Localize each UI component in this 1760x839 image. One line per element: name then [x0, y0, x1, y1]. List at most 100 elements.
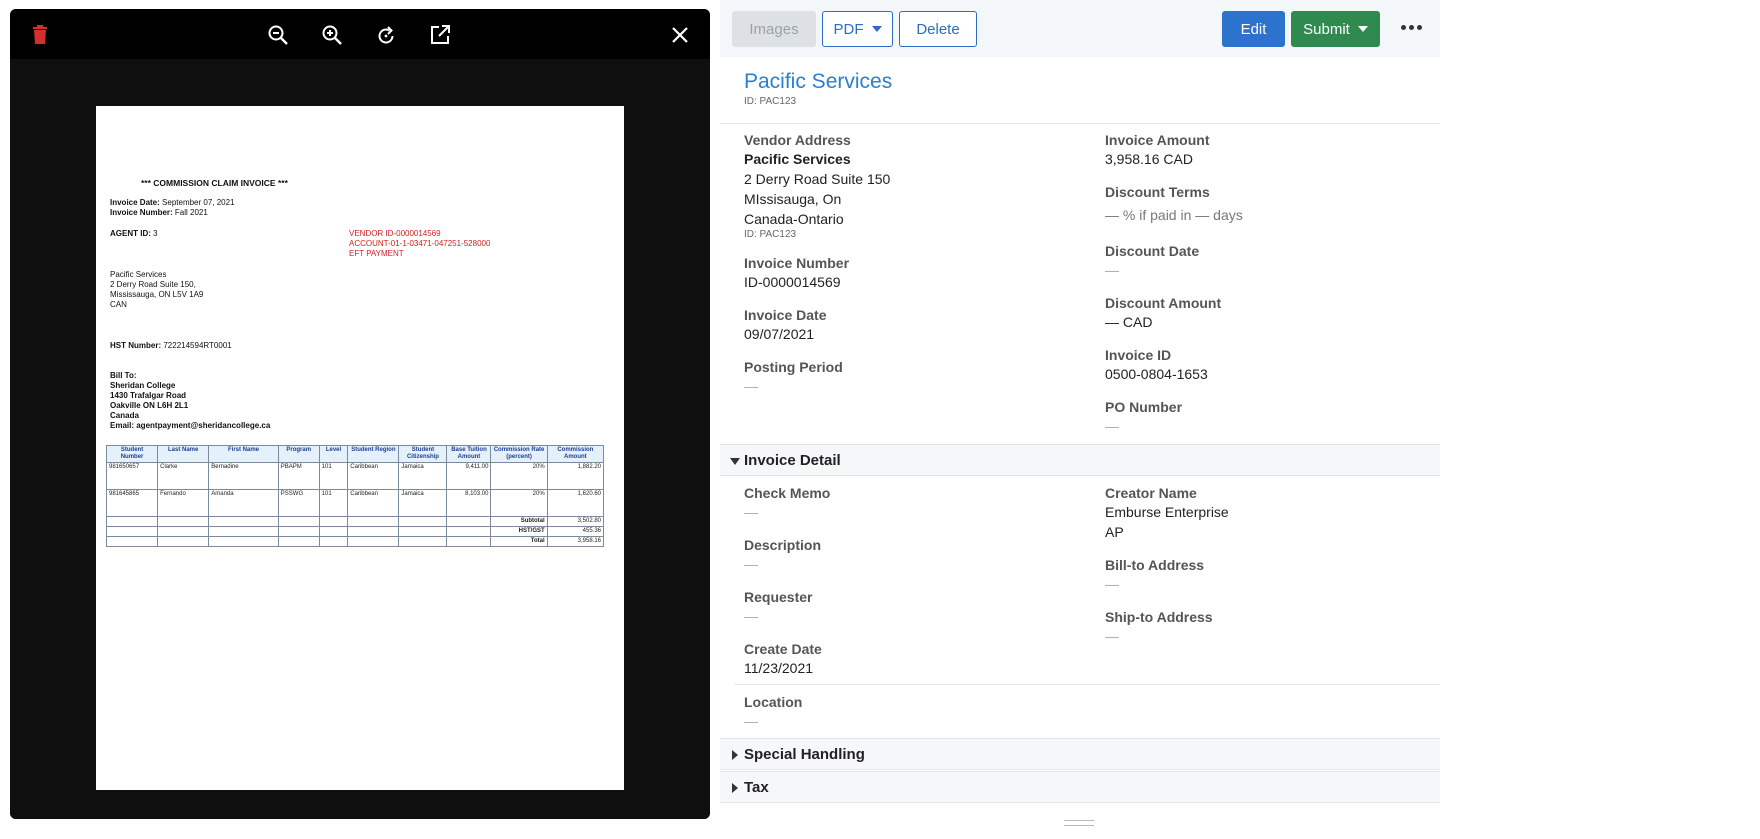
zoom-in-icon[interactable] [319, 22, 345, 48]
doc-agent-id: AGENT ID: 3 [110, 229, 158, 238]
field-value: — [1105, 628, 1119, 644]
doc-vendor-line: CAN [110, 300, 127, 309]
field-value: — [1105, 262, 1119, 278]
tax-section-toggle[interactable]: Tax [720, 771, 1440, 803]
invoice-detail-panel: Images PDF Delete Edit Submit Pacific Se… [720, 0, 1440, 839]
field-label: Posting Period [744, 359, 843, 375]
vendor-address-line: MIssisauga, On [744, 191, 842, 207]
invoice-amount-field: Invoice Amount 3,958.16 CAD [1105, 131, 1210, 169]
vendor-address-field: Vendor Address Pacific Services 2 Derry … [744, 131, 890, 240]
invoice-number-field: Invoice Number ID-0000014569 [744, 254, 849, 292]
submit-button-label: Submit [1303, 20, 1350, 38]
field-label: Requester [744, 589, 813, 605]
commission-table: Student Number Last Name First Name Prog… [105, 445, 605, 547]
doc-vendor-line: 2 Derry Road Suite 150, [110, 280, 196, 289]
table-cell: Bernadine [208, 462, 279, 490]
field-value: 0500-0804-1653 [1105, 366, 1208, 382]
table-header: Level [318, 445, 349, 463]
vendor-address-name: Pacific Services [744, 151, 851, 167]
table-row: HST/GST 455.36 [105, 526, 605, 537]
table-header-row: Student Number Last Name First Name Prog… [105, 445, 605, 463]
invoice-id-field: Invoice ID 0500-0804-1653 [1105, 346, 1208, 384]
field-value: — [744, 713, 758, 729]
table-row: Subtotal 3,502.80 [105, 516, 605, 527]
pdf-dropdown-button[interactable]: PDF [822, 11, 893, 47]
divider [720, 123, 1440, 124]
doc-invoice-number: Invoice Number: Fall 2021 [110, 208, 208, 217]
field-label: Location [744, 694, 803, 710]
table-cell: 981650657 [105, 462, 159, 490]
viewer-stage[interactable]: *** COMMISSION CLAIM INVOICE *** Invoice… [10, 59, 710, 819]
field-label: Discount Terms [1105, 184, 1210, 200]
invoice-detail-section-toggle[interactable]: Invoice Detail [720, 444, 1440, 476]
po-number-field: PO Number — [1105, 398, 1182, 436]
section-title: Invoice Detail [744, 452, 841, 469]
caret-right-icon [732, 783, 738, 793]
field-label: Invoice Date [744, 307, 827, 323]
subtotal-label: Subtotal [490, 516, 548, 527]
resize-handle[interactable] [1064, 820, 1094, 826]
special-handling-section-toggle[interactable]: Special Handling [720, 738, 1440, 770]
field-value: 11/23/2021 [744, 660, 814, 676]
table-header: Commission Rate (percent) [490, 445, 548, 463]
field-label: Ship-to Address [1105, 609, 1213, 625]
doc-vendor-line: Pacific Services [110, 270, 167, 279]
field-value: — [1105, 418, 1119, 434]
location-field: Location — [744, 693, 802, 731]
table-header: Last Name [157, 445, 210, 463]
open-external-icon[interactable] [427, 22, 453, 48]
field-value: 3,958.16 CAD [1105, 151, 1193, 167]
discount-date-field: Discount Date — [1105, 242, 1199, 280]
doc-payment: EFT PAYMENT [349, 249, 404, 258]
viewer-toolbar [10, 9, 710, 59]
total-value: 3,958.16 [546, 536, 605, 547]
field-label: Discount Amount [1105, 295, 1222, 311]
images-button[interactable]: Images [732, 11, 816, 47]
doc-bill-to-line: Sheridan College [110, 381, 176, 390]
field-value: 09/07/2021 [744, 326, 815, 342]
zoom-out-icon[interactable] [265, 22, 291, 48]
ship-to-address-field: Ship-to Address — [1105, 608, 1213, 646]
posting-period-field: Posting Period — [744, 358, 843, 396]
field-label: Discount Date [1105, 243, 1200, 259]
doc-account: ACCOUNT-01-1-03471-047251-528000 [349, 239, 491, 248]
field-label: Creator Name [1105, 485, 1197, 501]
action-toolbar: Images PDF Delete Edit Submit [720, 0, 1440, 57]
table-cell: PBAPM [277, 462, 320, 490]
field-label: Invoice Amount [1105, 132, 1210, 148]
caret-down-icon [730, 458, 740, 465]
doc-invoice-date: Invoice Date: September 07, 2021 [110, 198, 235, 207]
table-cell: 1,620.60 [546, 489, 605, 517]
chevron-down-icon [871, 26, 882, 32]
close-icon[interactable] [667, 22, 693, 48]
vendor-address-line: Canada-Ontario [744, 211, 844, 227]
table-header: Student Citizenship [398, 445, 448, 463]
vendor-address-id: ID: PAC123 [744, 229, 797, 240]
doc-vendor-id: VENDOR ID-0000014569 [349, 229, 441, 238]
table-header: Program [277, 445, 320, 463]
delete-button[interactable]: Delete [899, 11, 977, 47]
vendor-address-line: 2 Derry Road Suite 150 [744, 171, 891, 187]
check-memo-field: Check Memo — [744, 484, 830, 522]
submit-dropdown-button[interactable]: Submit [1291, 11, 1380, 47]
field-label: Vendor Address [744, 132, 851, 148]
bill-to-address-field: Bill-to Address — [1105, 556, 1204, 594]
table-cell: 101 [318, 489, 349, 517]
vendor-name-link[interactable]: Pacific Services [744, 70, 892, 94]
rotate-icon[interactable] [373, 22, 399, 48]
vendor-header: Pacific Services ID: PAC123 [744, 70, 892, 107]
field-value: — [744, 608, 758, 624]
more-options-icon[interactable] [1401, 20, 1425, 36]
pdf-button-label: PDF [833, 20, 864, 38]
field-value: — [744, 504, 758, 520]
field-value: AP [1105, 524, 1124, 540]
field-value: — [744, 378, 758, 394]
table-row: 981650657 Clarke Bernadine PBAPM 101 Car… [105, 462, 605, 490]
invoice-date-field: Invoice Date 09/07/2021 [744, 306, 826, 344]
doc-bill-to-line: 1430 Trafalgar Road [110, 391, 187, 400]
trash-icon[interactable] [27, 22, 53, 48]
table-cell: Jamaica [398, 489, 448, 517]
hst-gst-value: 455.36 [546, 526, 605, 537]
table-cell: Amanda [208, 489, 279, 517]
edit-button[interactable]: Edit [1222, 11, 1285, 47]
